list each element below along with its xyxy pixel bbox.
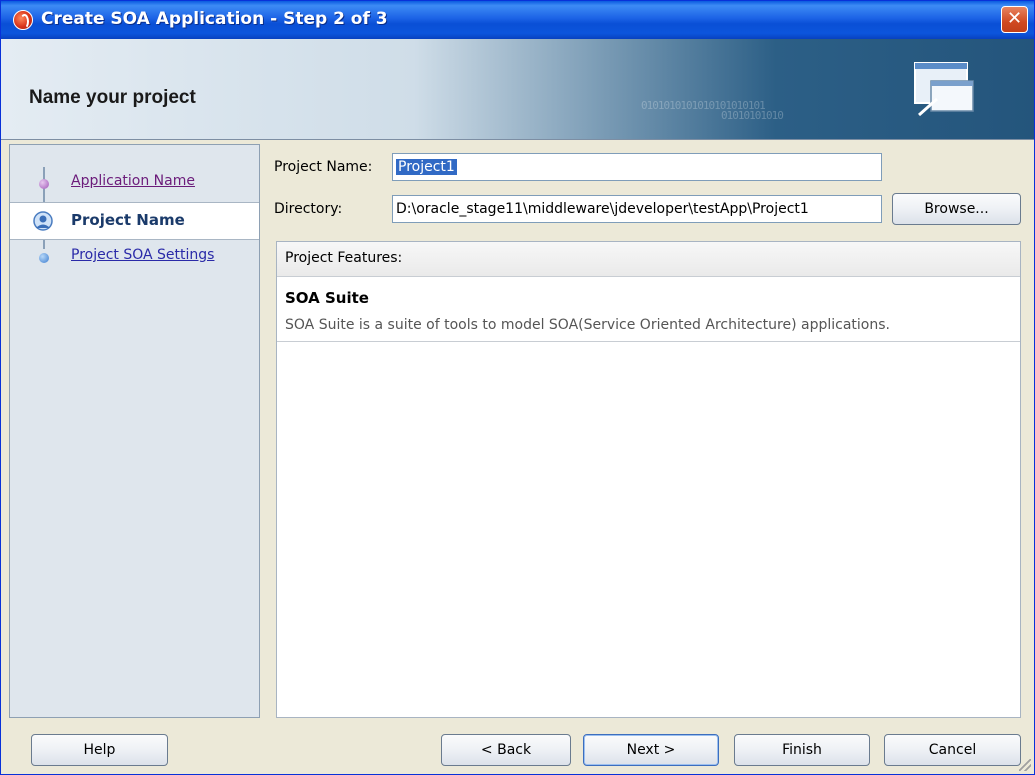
binary-decoration-2: 01010101010 <box>721 109 784 122</box>
page-title: Name your project <box>29 87 196 108</box>
pending-step-dot-icon <box>39 253 49 263</box>
feature-item[interactable]: SOA Suite SOA Suite is a suite of tools … <box>277 277 1020 342</box>
resize-grip-icon[interactable] <box>1019 759 1031 771</box>
step-label: Project Name <box>71 211 185 229</box>
current-step-icon <box>33 211 53 231</box>
back-button[interactable]: < Back <box>441 734 571 766</box>
project-name-input[interactable]: Project1 <box>392 153 882 181</box>
window-title: Create SOA Application - Step 2 of 3 <box>41 9 388 29</box>
close-button[interactable]: ✕ <box>1001 6 1028 33</box>
features-header: Project Features: <box>277 242 1020 277</box>
title-bar[interactable]: Create SOA Application - Step 2 of 3 ✕ <box>1 1 1034 39</box>
feature-name: SOA Suite <box>285 289 369 307</box>
windows-graphic-icon <box>914 62 974 117</box>
dialog-window: Create SOA Application - Step 2 of 3 ✕ N… <box>0 0 1035 775</box>
step-application-name[interactable]: Application Name <box>10 165 259 201</box>
wizard-header: Name your project 0101010101010101010101… <box>1 39 1034 140</box>
feature-description: SOA Suite is a suite of tools to model S… <box>285 317 890 333</box>
directory-label: Directory: <box>274 201 343 217</box>
step-label[interactable]: Application Name <box>71 173 195 189</box>
next-button[interactable]: Next > <box>583 734 719 766</box>
wizard-steps-nav: Application Name Project Name Project SO… <box>9 144 260 718</box>
step-label[interactable]: Project SOA Settings <box>71 247 214 263</box>
help-button[interactable]: Help <box>31 734 168 766</box>
browse-button[interactable]: Browse... <box>892 193 1021 225</box>
finish-button[interactable]: Finish <box>734 734 870 766</box>
visited-step-dot-icon <box>39 179 49 189</box>
features-header-label: Project Features: <box>285 250 403 266</box>
oracle-app-icon <box>13 10 33 30</box>
step-project-name[interactable]: Project Name <box>10 202 259 240</box>
project-features-panel: Project Features: SOA Suite SOA Suite is… <box>276 241 1021 718</box>
step-project-soa-settings[interactable]: Project SOA Settings <box>10 239 259 275</box>
project-name-label: Project Name: <box>274 159 373 175</box>
project-name-value: Project1 <box>396 159 457 175</box>
directory-input[interactable]: D:\oracle_stage11\middleware\jdeveloper\… <box>392 195 882 223</box>
cancel-button[interactable]: Cancel <box>884 734 1021 766</box>
